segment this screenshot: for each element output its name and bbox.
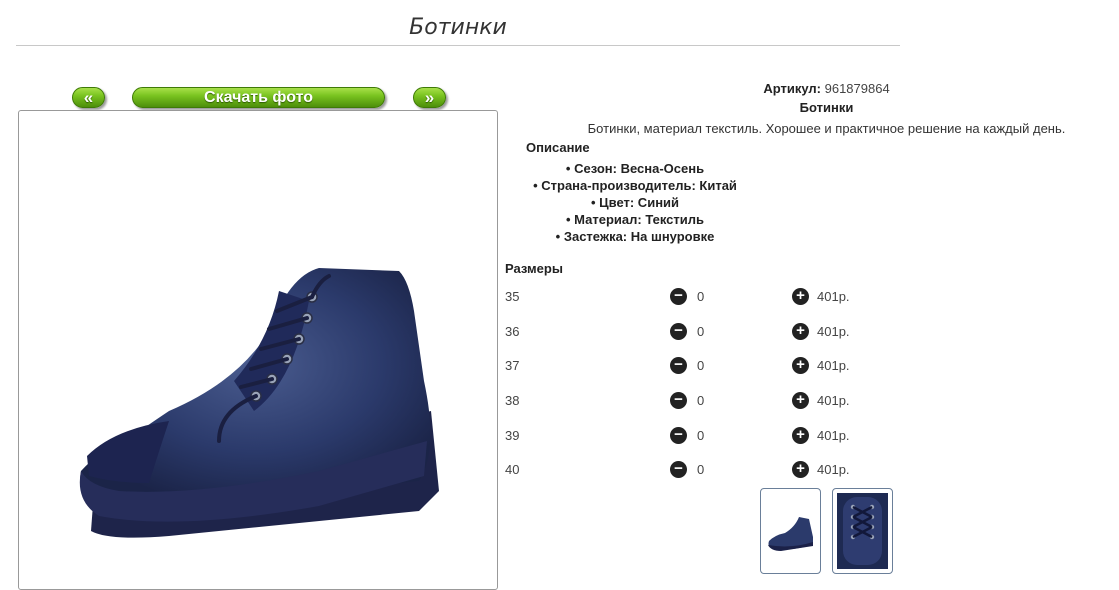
size-price: 401р. [817, 428, 850, 443]
plus-circle-icon[interactable]: + [792, 461, 809, 478]
sku-label: Артикул: [763, 81, 821, 96]
boot-thumbnail-image [768, 517, 813, 551]
minus-circle-icon[interactable]: − [670, 427, 687, 444]
boot-top-thumbnail-image [837, 493, 888, 569]
photo-thumbnail-side[interactable] [760, 488, 821, 574]
size-price: 401р. [817, 289, 850, 304]
page-title: Ботинки [16, 12, 900, 46]
quantity-value: 0 [697, 462, 705, 477]
quantity-value: 0 [697, 324, 705, 339]
main-product-photo[interactable] [18, 110, 498, 590]
size-value: 37 [505, 358, 520, 373]
download-photo-button[interactable]: Скачать фото [132, 87, 385, 108]
size-row: 36 − 0 + 401р. [505, 323, 905, 341]
minus-circle-icon[interactable]: − [670, 323, 687, 340]
spec-item: Страна-производитель: Китай [520, 177, 750, 194]
product-short-description: Ботинки, материал текстиль. Хорошее и пр… [587, 121, 1066, 136]
next-photo-button[interactable]: » [413, 87, 446, 108]
boot-image [79, 268, 439, 538]
product-name: Ботинки [799, 100, 854, 115]
size-value: 38 [505, 393, 520, 408]
size-price: 401р. [817, 393, 850, 408]
photo-thumbnail-top[interactable] [832, 488, 893, 574]
size-row: 40 − 0 + 401р. [505, 461, 905, 479]
spec-item: Цвет: Синий [520, 194, 750, 211]
plus-circle-icon[interactable]: + [792, 357, 809, 374]
minus-circle-icon[interactable]: − [670, 461, 687, 478]
size-value: 36 [505, 324, 520, 339]
quantity-value: 0 [697, 393, 705, 408]
description-heading: Описание [526, 140, 590, 155]
size-value: 39 [505, 428, 520, 443]
size-price: 401р. [817, 358, 850, 373]
size-row: 35 − 0 + 401р. [505, 288, 905, 306]
size-row: 37 − 0 + 401р. [505, 357, 905, 375]
sizes-heading: Размеры [505, 261, 563, 276]
quantity-value: 0 [697, 289, 705, 304]
spec-item: Застежка: На шнуровке [520, 228, 750, 245]
size-price: 401р. [817, 324, 850, 339]
size-value: 40 [505, 462, 520, 477]
plus-circle-icon[interactable]: + [792, 288, 809, 305]
spec-item: Материал: Текстиль [520, 211, 750, 228]
spec-list: Сезон: Весна-Осень Страна-производитель:… [520, 160, 750, 245]
size-value: 35 [505, 289, 520, 304]
sku-value: 961879864 [824, 81, 890, 96]
sku: Артикул: 961879864 [640, 81, 1013, 96]
minus-circle-icon[interactable]: − [670, 288, 687, 305]
minus-circle-icon[interactable]: − [670, 357, 687, 374]
size-row: 39 − 0 + 401р. [505, 427, 905, 445]
size-price: 401р. [817, 462, 850, 477]
spec-item: Сезон: Весна-Осень [520, 160, 750, 177]
quantity-value: 0 [697, 428, 705, 443]
size-row: 38 − 0 + 401р. [505, 392, 905, 410]
plus-circle-icon[interactable]: + [792, 392, 809, 409]
plus-circle-icon[interactable]: + [792, 323, 809, 340]
minus-circle-icon[interactable]: − [670, 392, 687, 409]
plus-circle-icon[interactable]: + [792, 427, 809, 444]
prev-photo-button[interactable]: « [72, 87, 105, 108]
quantity-value: 0 [697, 358, 705, 373]
